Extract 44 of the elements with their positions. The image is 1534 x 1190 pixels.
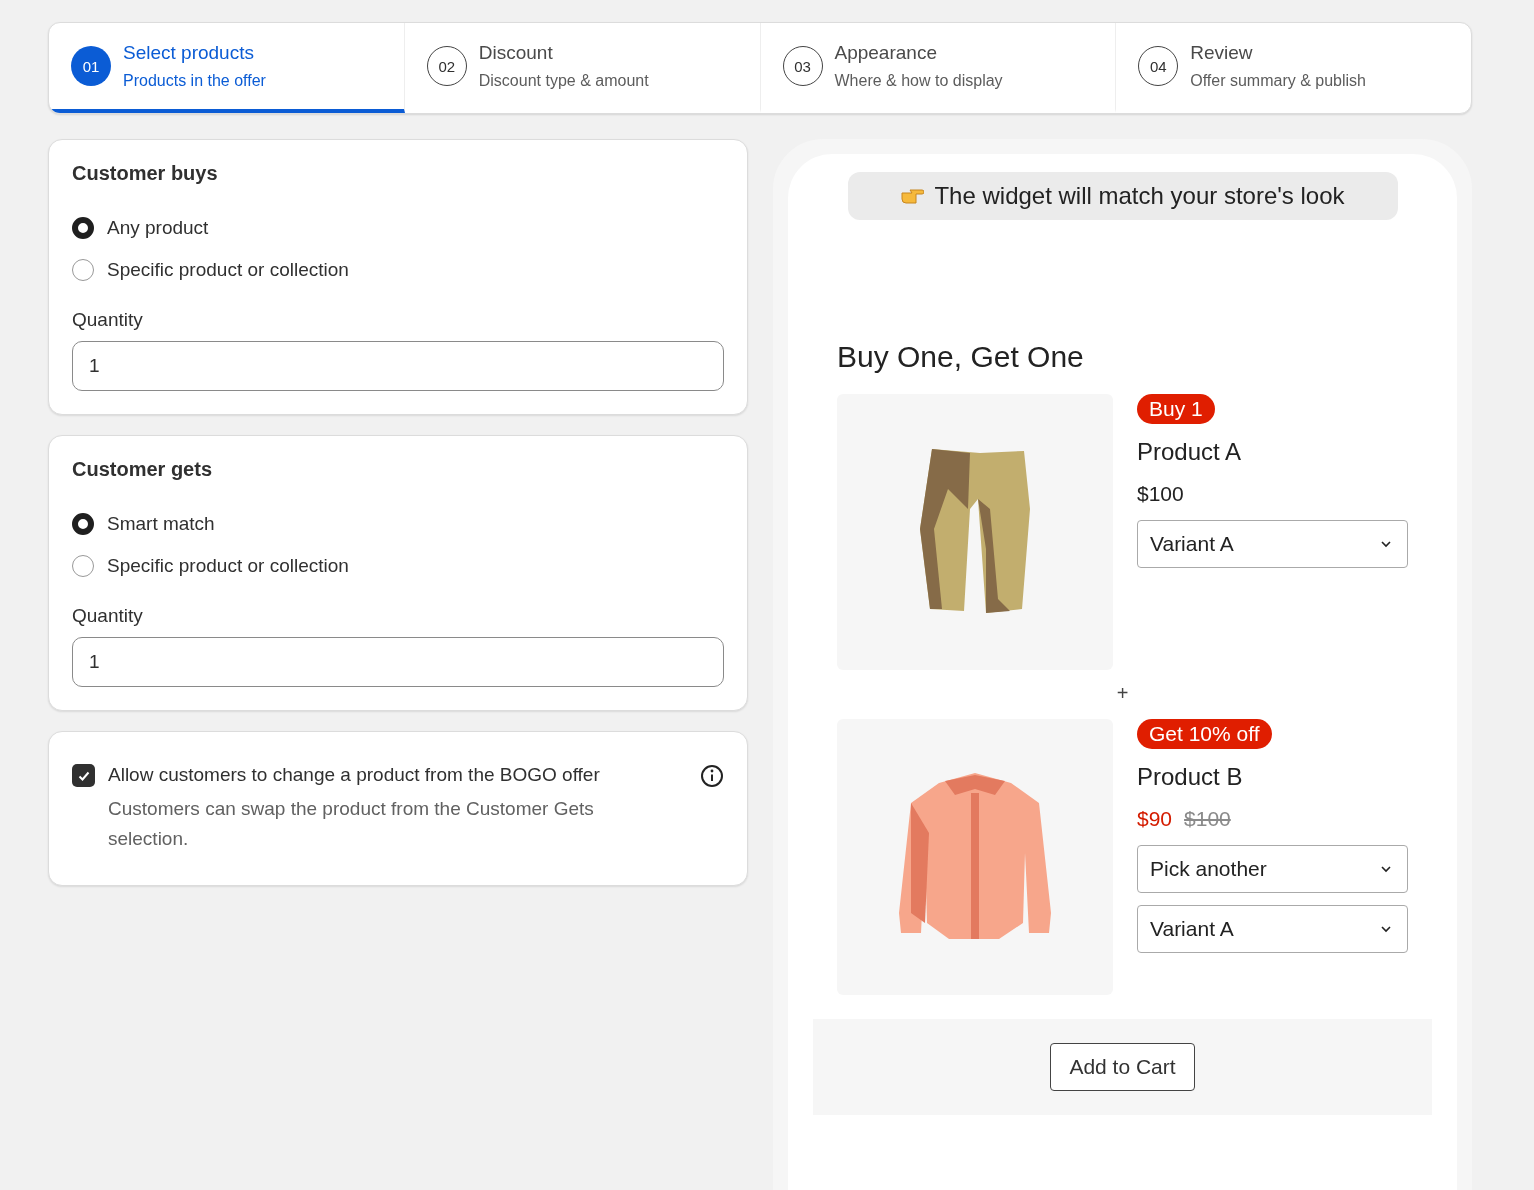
radio-label: Specific product or collection [107, 259, 349, 281]
plus-sign: + [1116, 682, 1129, 705]
radio-label: Smart match [107, 513, 215, 535]
step-tab[interactable]: 01 Select products Products in the offer [49, 23, 405, 113]
widget-title: Buy One, Get One [837, 340, 1084, 374]
step-title: Discount [478, 42, 554, 64]
step-title: Review [1190, 42, 1254, 64]
step-tab[interactable]: 04 Review Offer summary & publish [1116, 23, 1471, 113]
product-name: Product A [1137, 438, 1242, 466]
checkbox[interactable] [72, 764, 95, 787]
radio-button[interactable] [72, 513, 94, 535]
product-name: Product B [1137, 763, 1243, 791]
variant-dropdown[interactable]: Variant A [1137, 520, 1408, 568]
card-title: Customer buys [72, 162, 219, 185]
product-price: $100 [1137, 482, 1184, 506]
step-tab[interactable]: 03 Appearance Where & how to display [760, 23, 1117, 113]
offer-badge: Get 10% off [1137, 719, 1272, 749]
product-price: $90 [1137, 807, 1173, 831]
step-title: Appearance [834, 42, 938, 64]
add-to-cart-button[interactable]: Add to Cart [1050, 1043, 1195, 1091]
card-title: Customer gets [72, 458, 214, 481]
step-subtitle: Products in the offer [123, 72, 266, 90]
info-icon[interactable] [700, 764, 724, 788]
quantity-input[interactable]: 1 [72, 341, 724, 391]
help-text: Customers can swap the product from the Customer Gets selection. [108, 797, 595, 851]
step-subtitle: Offer summary & publish [1190, 72, 1366, 90]
original-price: $100 [1184, 807, 1231, 831]
radio-button[interactable] [72, 217, 94, 239]
banner-text: The widget will match your store's look [934, 182, 1345, 210]
step-tab[interactable]: 02 Discount Discount type & amount [404, 23, 761, 113]
field-label: Quantity [72, 309, 144, 331]
variant-dropdown[interactable]: Pick another [1137, 845, 1408, 893]
step-subtitle: Where & how to display [834, 72, 1003, 90]
pointing-hand-icon [900, 187, 925, 205]
step-subtitle: Discount type & amount [478, 72, 649, 90]
variant-dropdown[interactable]: Variant A [1137, 905, 1408, 953]
radio-label: Any product [107, 217, 209, 239]
quantity-input[interactable]: 1 [72, 637, 724, 687]
radio-label: Specific product or collection [107, 555, 349, 577]
field-label: Quantity [72, 605, 144, 627]
checkbox-label: Allow customers to change a product from the BOGO offer [108, 764, 601, 786]
step-title: Select products [123, 42, 255, 64]
offer-badge: Buy 1 [1137, 394, 1215, 424]
step-number: 01 [71, 46, 111, 86]
